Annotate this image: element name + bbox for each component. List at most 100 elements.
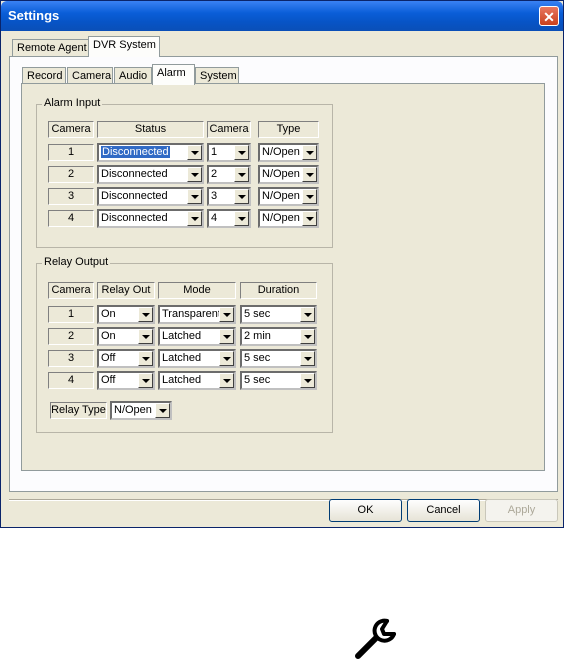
type-select[interactable]: N/Open [258,209,319,228]
header-relay-out: Relay Out [97,282,155,299]
chevron-down-icon[interactable] [155,403,170,418]
type-select[interactable]: N/Open [258,143,319,162]
chevron-down-icon[interactable] [187,167,202,182]
relay-output-group: Relay Output Camera Relay Out Mode Durat… [36,256,333,433]
tab-label: Remote Agent [17,42,87,54]
camera-number: 4 [48,210,94,227]
header-camera: Camera [207,121,251,138]
chevron-down-icon[interactable] [138,351,153,366]
header-type: Type [258,121,319,138]
status-value: Disconnected [101,168,168,180]
chevron-down-icon[interactable] [234,167,249,182]
alarm-input-title: Alarm Input [42,97,103,109]
header-mode: Mode [158,282,236,299]
chevron-down-icon[interactable] [234,145,249,160]
header-camera: Camera [48,282,94,299]
chevron-down-icon[interactable] [302,145,317,160]
chevron-down-icon[interactable] [302,167,317,182]
header-duration: Duration [240,282,317,299]
relay-type-value: N/Open [114,404,152,416]
relay-type-label: Relay Type [50,402,107,419]
relay-out-value: Off [101,374,116,386]
chevron-down-icon[interactable] [187,211,202,226]
status-select[interactable]: Disconnected [97,187,204,206]
chevron-down-icon[interactable] [300,329,315,344]
mode-value: Latched [162,374,202,386]
mode-value: Latched [162,330,202,342]
header-status: Status [97,121,204,138]
mode-select[interactable]: Latched [158,371,236,390]
close-icon: ✕ [543,9,555,25]
type-value: N/Open [262,190,300,202]
chevron-down-icon[interactable] [187,145,202,160]
relay-out-select[interactable]: On [97,327,155,346]
duration-select[interactable]: 5 sec [240,349,317,368]
relay-out-select[interactable]: Off [97,371,155,390]
title-bar[interactable]: Settings ✕ [1,1,563,31]
relay-out-select[interactable]: On [97,305,155,324]
camera-value: 4 [211,212,218,224]
alarm-input-group: Alarm Input Camera Status Camera Type 1 … [36,97,333,248]
camera-select[interactable]: 2 [207,165,251,184]
duration-value: 5 sec [244,352,271,364]
camera-select[interactable]: 3 [207,187,251,206]
camera-value: 1 [211,146,218,158]
tab-label: Alarm [157,67,186,79]
chevron-down-icon[interactable] [234,189,249,204]
duration-value: 5 sec [244,308,271,320]
relay-type-select[interactable]: N/Open [110,401,172,420]
chevron-down-icon[interactable] [219,329,234,344]
tab-label: Audio [119,70,148,82]
chevron-down-icon[interactable] [138,373,153,388]
tab-remote-agent[interactable]: Remote Agent [12,39,89,57]
chevron-down-icon[interactable] [302,189,317,204]
camera-select[interactable]: 4 [207,209,251,228]
status-select[interactable]: Disconnected [97,165,204,184]
mode-value: Transparent [162,308,221,320]
mode-select[interactable]: Latched [158,349,236,368]
type-value: N/Open [262,212,300,224]
chevron-down-icon[interactable] [219,373,234,388]
duration-value: 2 min [244,330,271,342]
chevron-down-icon[interactable] [300,373,315,388]
camera-value: 3 [211,190,218,202]
mode-select[interactable]: Latched [158,327,236,346]
wrench-icon [355,618,396,659]
mode-select[interactable]: Transparent [158,305,236,324]
cancel-button[interactable]: Cancel [407,499,480,522]
duration-value: 5 sec [244,374,271,386]
chevron-down-icon[interactable] [302,211,317,226]
status-select[interactable]: Disconnected [97,209,204,228]
relay-out-select[interactable]: Off [97,349,155,368]
close-button[interactable]: ✕ [539,6,559,26]
alarm-panel: Alarm Input Camera Status Camera Type 1 … [21,83,545,471]
ok-button[interactable]: OK [329,499,402,522]
type-value: N/Open [262,168,300,180]
chevron-down-icon[interactable] [300,351,315,366]
camera-value: 2 [211,168,218,180]
chevron-down-icon[interactable] [234,211,249,226]
camera-number: 2 [48,166,94,183]
status-select[interactable]: Disconnected [97,143,204,162]
tab-label: Record [27,70,63,82]
tab-dvr-system[interactable]: DVR System [88,36,160,57]
chevron-down-icon[interactable] [138,329,153,344]
apply-button[interactable]: Apply [485,499,558,522]
chevron-down-icon[interactable] [219,351,234,366]
chevron-down-icon[interactable] [187,189,202,204]
header-camera: Camera [48,121,94,138]
camera-number: 3 [48,350,94,367]
type-select[interactable]: N/Open [258,165,319,184]
relay-out-value: On [101,330,116,342]
duration-select[interactable]: 2 min [240,327,317,346]
duration-select[interactable]: 5 sec [240,371,317,390]
chevron-down-icon[interactable] [219,307,234,322]
camera-select[interactable]: 1 [207,143,251,162]
chevron-down-icon[interactable] [300,307,315,322]
duration-select[interactable]: 5 sec [240,305,317,324]
type-value: N/Open [262,146,300,158]
tab-label: Camera [72,70,112,82]
tab-alarm[interactable]: Alarm [152,64,195,85]
type-select[interactable]: N/Open [258,187,319,206]
chevron-down-icon[interactable] [138,307,153,322]
